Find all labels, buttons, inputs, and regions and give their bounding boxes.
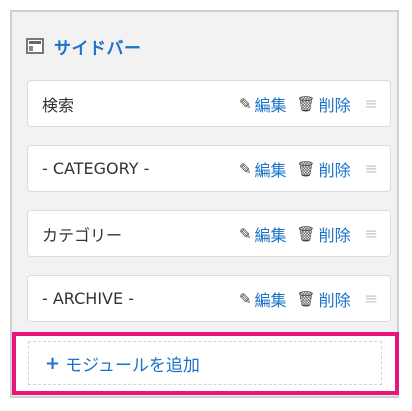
drag-handle-icon[interactable]: ≡ bbox=[365, 289, 378, 308]
add-module-button[interactable]: + モジュールを追加 bbox=[28, 341, 382, 385]
module-row: カテゴリー ✎ 編集 🗑 削除 ≡ bbox=[27, 210, 391, 257]
plus-icon: + bbox=[45, 352, 61, 374]
trash-icon: 🗑 bbox=[296, 159, 316, 178]
edit-label: 編集 bbox=[254, 95, 287, 115]
delete-button[interactable]: 🗑 削除 bbox=[297, 157, 351, 181]
module-row: - ARCHIVE - ✎ 編集 🗑 削除 ≡ bbox=[27, 275, 391, 322]
module-row: - CATEGORY - ✎ 編集 🗑 削除 ≡ bbox=[27, 145, 391, 192]
delete-label: 削除 bbox=[318, 160, 351, 180]
module-actions: ✎ 編集 🗑 削除 ≡ bbox=[239, 287, 378, 311]
edit-button[interactable]: ✎ 編集 bbox=[239, 157, 287, 181]
trash-icon: 🗑 bbox=[296, 289, 316, 308]
panel-header: サイドバー bbox=[26, 34, 142, 59]
module-name: カテゴリー bbox=[42, 225, 123, 245]
module-name: - CATEGORY - bbox=[42, 159, 150, 178]
edit-label: 編集 bbox=[254, 225, 287, 245]
pencil-icon: ✎ bbox=[238, 224, 252, 243]
pencil-icon: ✎ bbox=[238, 159, 252, 178]
edit-button[interactable]: ✎ 編集 bbox=[239, 92, 287, 116]
edit-label: 編集 bbox=[254, 290, 287, 310]
edit-button[interactable]: ✎ 編集 bbox=[239, 287, 287, 311]
drag-handle-icon[interactable]: ≡ bbox=[365, 94, 378, 113]
pencil-icon: ✎ bbox=[238, 94, 252, 113]
module-name: - ARCHIVE - bbox=[42, 289, 134, 308]
widget-layout-icon bbox=[26, 38, 44, 54]
delete-button[interactable]: 🗑 削除 bbox=[297, 287, 351, 311]
trash-icon: 🗑 bbox=[296, 94, 316, 113]
delete-label: 削除 bbox=[318, 95, 351, 115]
pencil-icon: ✎ bbox=[238, 289, 252, 308]
delete-button[interactable]: 🗑 削除 bbox=[297, 222, 351, 246]
add-module-highlight: + モジュールを追加 bbox=[12, 332, 399, 395]
delete-label: 削除 bbox=[318, 225, 351, 245]
module-actions: ✎ 編集 🗑 削除 ≡ bbox=[239, 92, 378, 116]
module-name: 検索 bbox=[42, 95, 75, 115]
edit-label: 編集 bbox=[254, 160, 287, 180]
module-actions: ✎ 編集 🗑 削除 ≡ bbox=[239, 157, 378, 181]
delete-button[interactable]: 🗑 削除 bbox=[297, 92, 351, 116]
drag-handle-icon[interactable]: ≡ bbox=[365, 224, 378, 243]
edit-button[interactable]: ✎ 編集 bbox=[239, 222, 287, 246]
module-actions: ✎ 編集 🗑 削除 ≡ bbox=[239, 222, 378, 246]
delete-label: 削除 bbox=[318, 290, 351, 310]
trash-icon: 🗑 bbox=[296, 224, 316, 243]
drag-handle-icon[interactable]: ≡ bbox=[365, 159, 378, 178]
panel-title: サイドバー bbox=[54, 38, 142, 59]
module-row: 検索 ✎ 編集 🗑 削除 ≡ bbox=[27, 80, 391, 127]
add-module-label: モジュールを追加 bbox=[65, 355, 200, 376]
